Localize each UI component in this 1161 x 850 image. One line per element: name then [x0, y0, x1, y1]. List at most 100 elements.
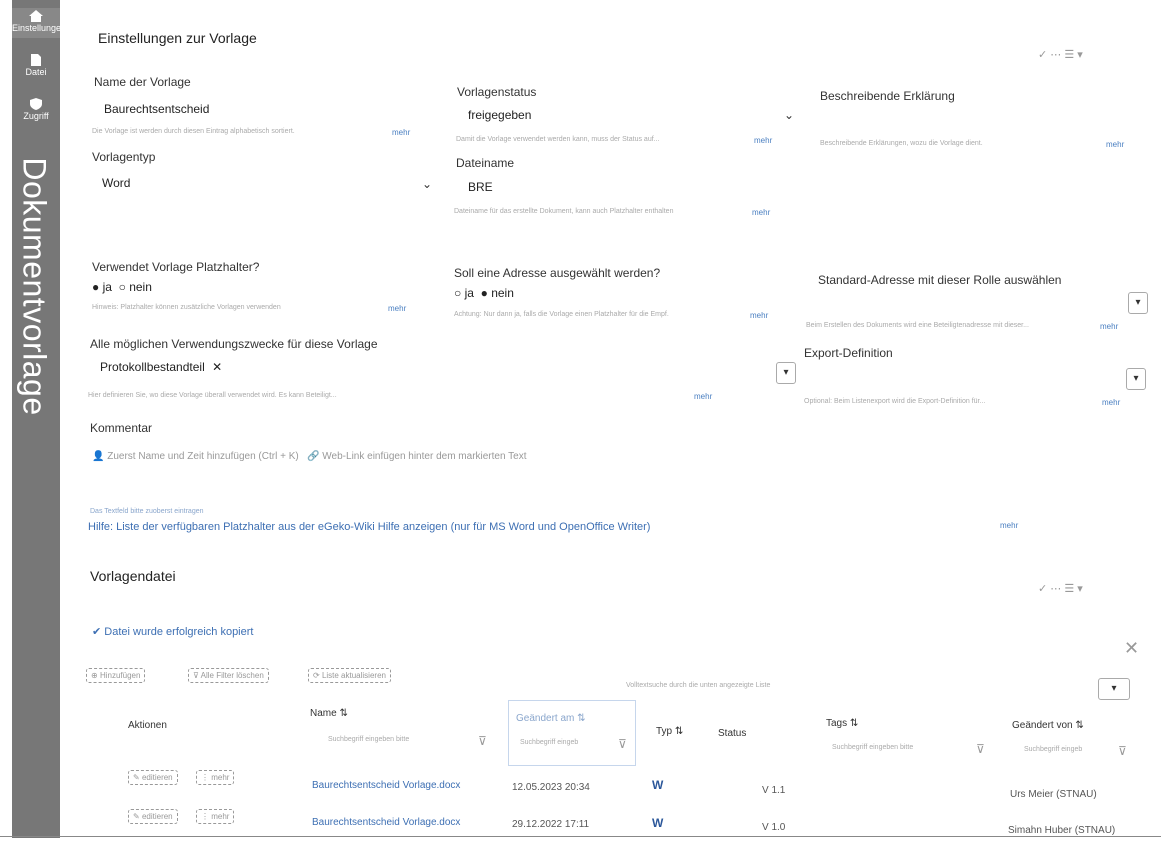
comment-helper: Das Textfeld bitte zuoberst eintragen [90, 508, 204, 515]
add-name-time-hint[interactable]: Zuerst Name und Zeit hinzufügen (Ctrl + … [107, 451, 298, 462]
fulltext-search-input[interactable]: Volltextsuche durch die unten angezeigte… [626, 682, 770, 689]
sidebar: Einstellungen Datei Zugriff Dokumentvorl… [12, 0, 66, 838]
column-header-changed[interactable]: Geändert am ⇅ [516, 713, 586, 724]
radio-yes[interactable]: ● ja [92, 280, 112, 294]
shield-icon [30, 98, 42, 110]
sort-icon[interactable]: ⇅ [1075, 720, 1083, 731]
comment-more-link[interactable]: mehr [1000, 521, 1018, 530]
person-add-icon[interactable]: 👤 [92, 451, 104, 462]
close-icon[interactable]: ✕ [212, 360, 222, 374]
template-status-hint: Damit die Vorlage verwendet werden kann,… [456, 136, 660, 143]
tags-filter-input[interactable]: Suchbegriff eingeben bitte [832, 744, 913, 751]
files-header-controls[interactable]: ✓ ⋯ ☰ ▾ [1038, 582, 1083, 595]
default-address-label: Standard-Adresse mit dieser Rolle auswäh… [818, 273, 1062, 287]
sidebar-item-label: Datei [25, 67, 47, 77]
edit-label: editieren [141, 773, 173, 782]
template-name-label: Name der Vorlage [94, 75, 191, 89]
column-header-type[interactable]: Typ ⇅ [656, 726, 683, 737]
chevron-down-icon[interactable]: ⌄ [784, 108, 794, 122]
files-title: Vorlagendatei [90, 568, 176, 584]
sort-icon[interactable]: ⇅ [850, 718, 858, 729]
edit-button[interactable]: ✎ editieren [128, 809, 178, 824]
purposes-hint: Hier definieren Sie, wo diese Vorlage üb… [88, 392, 337, 399]
name-filter-input[interactable]: Suchbegriff eingeben bitte [328, 736, 409, 743]
settings-title: Einstellungen zur Vorlage [98, 30, 257, 46]
placeholders-more-link[interactable]: mehr [388, 304, 406, 313]
filter-icon[interactable]: ⊽ [478, 734, 487, 748]
file-changed-by: Simahn Huber (STNAU) [1008, 825, 1116, 836]
add-file-label: Hinzufügen [99, 671, 141, 680]
settings-header-controls[interactable]: ✓ ⋯ ☰ ▾ [1038, 48, 1083, 61]
radio-no-label: nein [129, 280, 152, 294]
reset-filters-button[interactable]: ⊽ Alle Filter löschen [188, 668, 269, 683]
template-name-hint: Die Vorlage ist werden durch diesen Eint… [92, 128, 295, 135]
word-file-icon: W [652, 778, 664, 792]
more-button[interactable]: ⋮ mehr [196, 809, 235, 824]
column-header-name[interactable]: Name ⇅ [310, 708, 348, 719]
filter-icon[interactable]: ⊽ [1118, 744, 1127, 758]
more-button[interactable]: ⋮ mehr [196, 770, 235, 785]
success-text: Datei wurde erfolgreich kopiert [104, 626, 254, 638]
purposes-label: Alle möglichen Verwendungszwecke für die… [90, 337, 378, 351]
address-radio-group: ○ ja ● nein [454, 286, 514, 300]
column-header-tags-label: Tags [826, 718, 848, 729]
sidebar-item-access[interactable]: Zugriff [12, 96, 60, 126]
template-status-more-link[interactable]: mehr [754, 136, 772, 145]
sidebar-item-settings[interactable]: Einstellungen [12, 8, 66, 38]
edit-button[interactable]: ✎ editieren [128, 770, 178, 785]
export-dropdown[interactable]: ▾ [1126, 368, 1146, 390]
template-status-select[interactable]: freigegeben [468, 108, 531, 122]
close-icon[interactable]: ✕ [1124, 638, 1139, 659]
success-message: ✔ Datei wurde erfolgreich kopiert [92, 625, 253, 638]
sort-icon[interactable]: ⇅ [339, 708, 347, 719]
column-header-changed-label: Geändert am [516, 713, 575, 724]
sidebar-item-file[interactable]: Datei [12, 52, 60, 82]
radio-yes-label: ja [464, 286, 474, 300]
add-file-button[interactable]: ⊕ Hinzufügen [86, 668, 146, 683]
filename-input[interactable]: BRE [468, 180, 493, 194]
file-name-link[interactable]: Baurechtsentscheid Vorlage.docx [312, 817, 460, 828]
changed-filter-input[interactable]: Suchbegriff eingeb [520, 739, 578, 746]
column-header-tags[interactable]: Tags ⇅ [826, 718, 858, 729]
default-address-dropdown[interactable]: ▾ [1128, 292, 1148, 314]
filename-more-link[interactable]: mehr [752, 208, 770, 217]
template-type-label: Vorlagentyp [92, 150, 156, 164]
placeholder-help-link[interactable]: Hilfe: Liste der verfügbaren Platzhalter… [88, 521, 650, 533]
address-more-link[interactable]: mehr [750, 311, 768, 320]
filter-icon[interactable]: ⊽ [618, 737, 627, 751]
template-name-input[interactable]: Baurechtsentscheid [104, 102, 209, 116]
default-address-more-link[interactable]: mehr [1100, 322, 1118, 331]
filter-icon[interactable]: ⊽ [976, 742, 985, 756]
file-status: V 1.1 [762, 785, 786, 796]
radio-no[interactable]: ○ nein [119, 280, 152, 294]
purposes-dropdown[interactable]: ▾ [776, 362, 796, 384]
description-label: Beschreibende Erklärung [820, 89, 955, 103]
plus-icon: ⊕ [91, 671, 98, 680]
add-link-hint[interactable]: Web-Link einfügen hinter dem markierten … [322, 451, 526, 462]
sort-icon[interactable]: ⇅ [675, 726, 683, 737]
template-type-select[interactable]: Word [102, 176, 130, 190]
column-header-changed-by[interactable]: Geändert von ⇅ [1012, 720, 1084, 731]
column-chooser-dropdown[interactable]: ▾ [1098, 678, 1130, 700]
radio-yes[interactable]: ○ ja [454, 286, 474, 300]
chevron-down-icon[interactable]: ⌄ [422, 177, 432, 191]
check-icon: ✔ [92, 626, 102, 638]
description-more-link[interactable]: mehr [1106, 140, 1124, 149]
word-file-icon: W [652, 816, 664, 830]
filename-hint: Dateiname für das erstellte Dokument, ka… [454, 208, 674, 215]
default-address-hint: Beim Erstellen des Dokuments wird eine B… [806, 322, 1029, 329]
link-icon[interactable]: 🔗 [307, 451, 319, 462]
export-more-link[interactable]: mehr [1102, 398, 1120, 407]
changed-by-filter-input[interactable]: Suchbegriff eingeb [1024, 746, 1082, 753]
radio-no[interactable]: ● nein [481, 286, 514, 300]
column-header-name-label: Name [310, 708, 337, 719]
refresh-list-button[interactable]: ⟳ Liste aktualisieren [308, 668, 391, 683]
sort-icon[interactable]: ⇅ [577, 713, 585, 724]
purposes-more-link[interactable]: mehr [694, 392, 712, 401]
column-header-status: Status [718, 728, 747, 739]
file-changed-date: 12.05.2023 20:34 [512, 782, 590, 793]
column-header-actions: Aktionen [128, 720, 167, 731]
sidebar-item-label: Einstellungen [12, 23, 67, 33]
file-name-link[interactable]: Baurechtsentscheid Vorlage.docx [312, 780, 460, 791]
template-name-more-link[interactable]: mehr [392, 128, 410, 137]
